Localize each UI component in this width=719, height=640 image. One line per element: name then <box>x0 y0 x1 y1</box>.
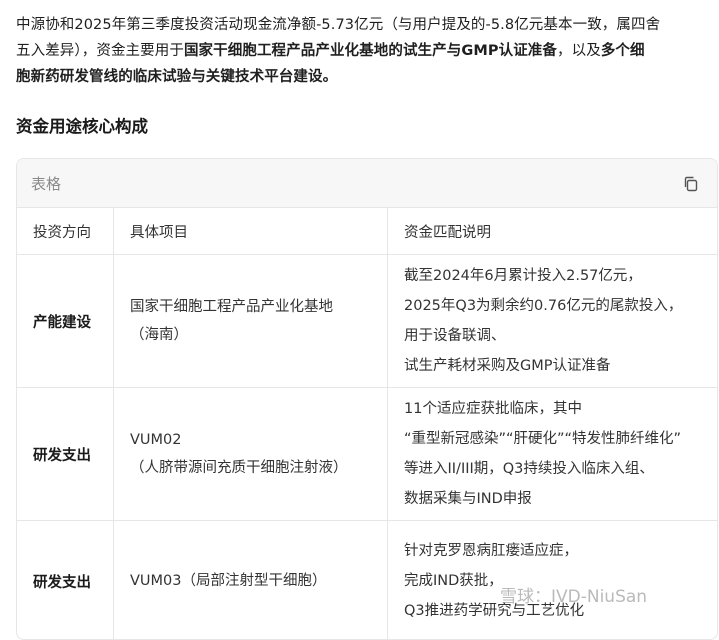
data-table: 投资方向 具体项目 资金匹配说明 产能建设 国家干细胞工程产品产业化基地 （海南… <box>17 208 717 640</box>
description-line: 截至2024年6月累计投入2.57亿元， <box>404 261 701 291</box>
intro-line-2: 五入差异），资金主要用于国家干细胞工程产品产业化基地的试生产与GMP认证准备，以… <box>16 38 716 64</box>
intro-bold-text: 国家干细胞工程产品产业化基地的试生产与GMP认证准备 <box>184 43 557 59</box>
project-line: 国家干细胞工程产品产业化基地 <box>130 293 371 321</box>
direction-cell: 研发支出 <box>17 388 114 521</box>
direction-cell: 研发支出 <box>17 521 114 640</box>
project-cell: VUM03（局部注射型干细胞） <box>114 521 388 640</box>
description-line: 试生产耗材采购及GMP认证准备 <box>404 351 701 381</box>
direction-cell: 产能建设 <box>17 255 114 388</box>
project-line: （海南） <box>130 321 371 349</box>
description-line: 用于设备联调、 <box>404 321 701 351</box>
description-cell: 针对克罗恩病肛瘘适应症， 完成IND获批， Q3推进药学研究与工艺优化 <box>388 521 718 640</box>
intro-bold-text: 多个细 <box>601 43 645 59</box>
description-cell: 截至2024年6月累计投入2.57亿元， 2025年Q3为剩余约0.76亿元的尾… <box>388 255 718 388</box>
table-card: 表格 投资方向 具体项目 资金匹配说明 产能建设 国家干细胞工程产品产业化基地 … <box>16 158 718 640</box>
intro-bold-text: 胞新药研发管线的临床试验与关键技术平台建设。 <box>16 69 337 85</box>
project-line: （人脐带源间充质干细胞注射液） <box>130 454 371 482</box>
description-line: 针对克罗恩病肛瘘适应症， <box>404 536 701 566</box>
description-line: 11个适应症获批临床，其中 <box>404 394 701 424</box>
project-cell: VUM02 （人脐带源间充质干细胞注射液） <box>114 388 388 521</box>
intro-line-3: 胞新药研发管线的临床试验与关键技术平台建设。 <box>16 64 716 90</box>
table-row: 研发支出 VUM03（局部注射型干细胞） 针对克罗恩病肛瘘适应症， 完成IND获… <box>17 521 717 640</box>
description-line: 2025年Q3为剩余约0.76亿元的尾款投入， <box>404 291 701 321</box>
description-cell: 11个适应症获批临床，其中 “重型新冠感染”“肝硬化”“特发性肺纤维化” 等进入… <box>388 388 718 521</box>
table-row: 研发支出 VUM02 （人脐带源间充质干细胞注射液） 11个适应症获批临床，其中… <box>17 388 717 521</box>
table-card-title: 表格 <box>31 173 61 194</box>
column-header: 具体项目 <box>114 208 388 255</box>
intro-text: ，以及 <box>557 43 601 59</box>
project-line: VUM02 <box>130 426 371 454</box>
description-line: 等进入II/III期，Q3持续投入临床入组、 <box>404 454 701 484</box>
table-header-row: 投资方向 具体项目 资金匹配说明 <box>17 208 717 255</box>
intro-text: 五入差异），资金主要用于 <box>16 43 184 59</box>
watermark: 雪球：IVD-NiuSan <box>500 582 647 607</box>
copy-icon[interactable] <box>683 176 699 192</box>
description-line: “重型新冠感染”“肝硬化”“特发性肺纤维化” <box>404 424 701 454</box>
table-row: 产能建设 国家干细胞工程产品产业化基地 （海南） 截至2024年6月累计投入2.… <box>17 255 717 388</box>
section-heading: 资金用途核心构成 <box>16 113 148 137</box>
intro-line-1: 中源协和2025年第三季度投资活动现金流净额-5.73亿元（与用户提及的-5.8… <box>16 12 716 38</box>
table-card-header: 表格 <box>17 159 717 208</box>
column-header: 投资方向 <box>17 208 114 255</box>
project-line: VUM03（局部注射型干细胞） <box>130 567 371 595</box>
description-line: 数据采集与IND申报 <box>404 484 701 514</box>
intro-paragraph: 中源协和2025年第三季度投资活动现金流净额-5.73亿元（与用户提及的-5.8… <box>16 12 716 90</box>
column-header: 资金匹配说明 <box>388 208 718 255</box>
project-cell: 国家干细胞工程产品产业化基地 （海南） <box>114 255 388 388</box>
